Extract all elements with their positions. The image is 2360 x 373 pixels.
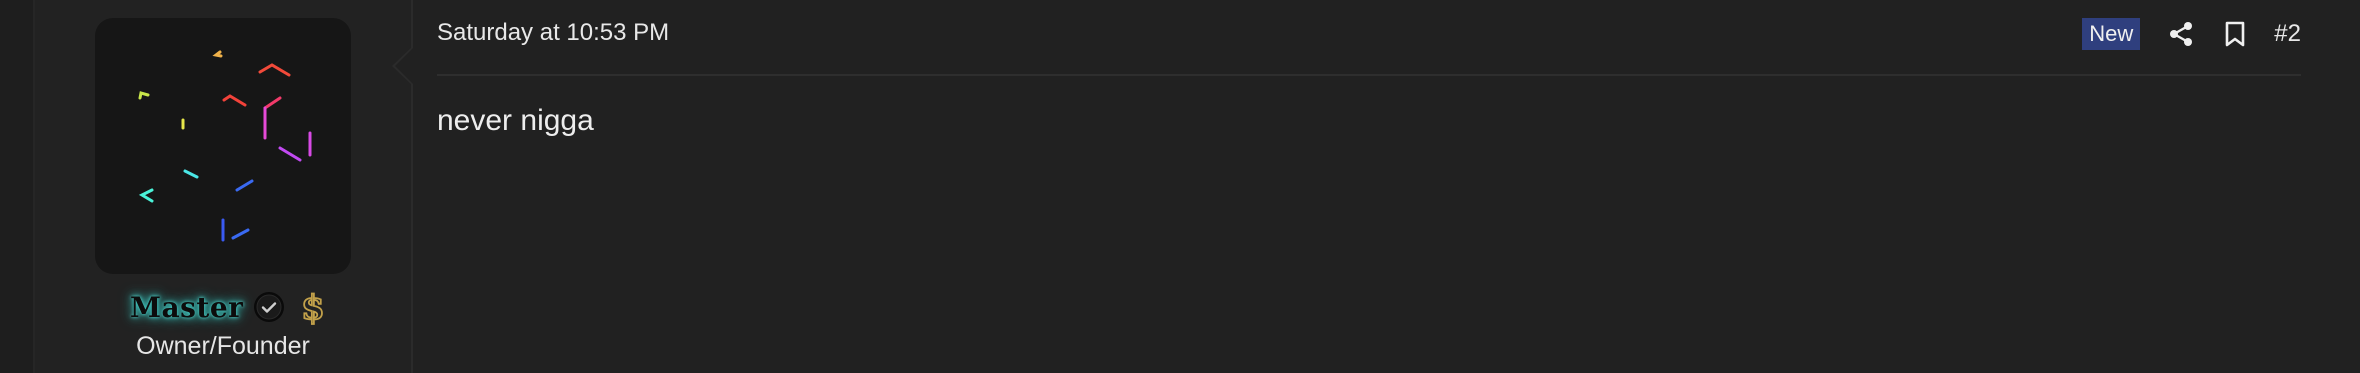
verified-check-icon xyxy=(253,291,285,323)
bookmark-icon[interactable] xyxy=(2220,19,2250,49)
post-header: Saturday at 10:53 PM New #2 xyxy=(437,0,2301,76)
post-number-link[interactable]: #2 xyxy=(2274,20,2301,48)
post-body: never nigga xyxy=(437,104,594,137)
post-date[interactable]: Saturday at 10:53 PM xyxy=(437,19,669,47)
post-main: Saturday at 10:53 PM New #2 never nigga xyxy=(413,0,2360,373)
svg-text:$: $ xyxy=(302,288,326,326)
username-row: Master $ xyxy=(130,287,331,329)
dollar-sign-icon: $ xyxy=(295,287,331,329)
share-icon[interactable] xyxy=(2166,19,2196,49)
left-gutter xyxy=(0,0,35,373)
username[interactable]: Master xyxy=(130,291,243,324)
avatar-image xyxy=(138,50,312,242)
new-badge: New xyxy=(2082,18,2141,50)
post-actions: New #2 xyxy=(2082,16,2301,52)
user-title: Owner/Founder xyxy=(136,332,310,360)
avatar[interactable] xyxy=(95,18,351,274)
forum-post: Master $ Owner/Founder Saturday at 10:53… xyxy=(0,0,2360,373)
